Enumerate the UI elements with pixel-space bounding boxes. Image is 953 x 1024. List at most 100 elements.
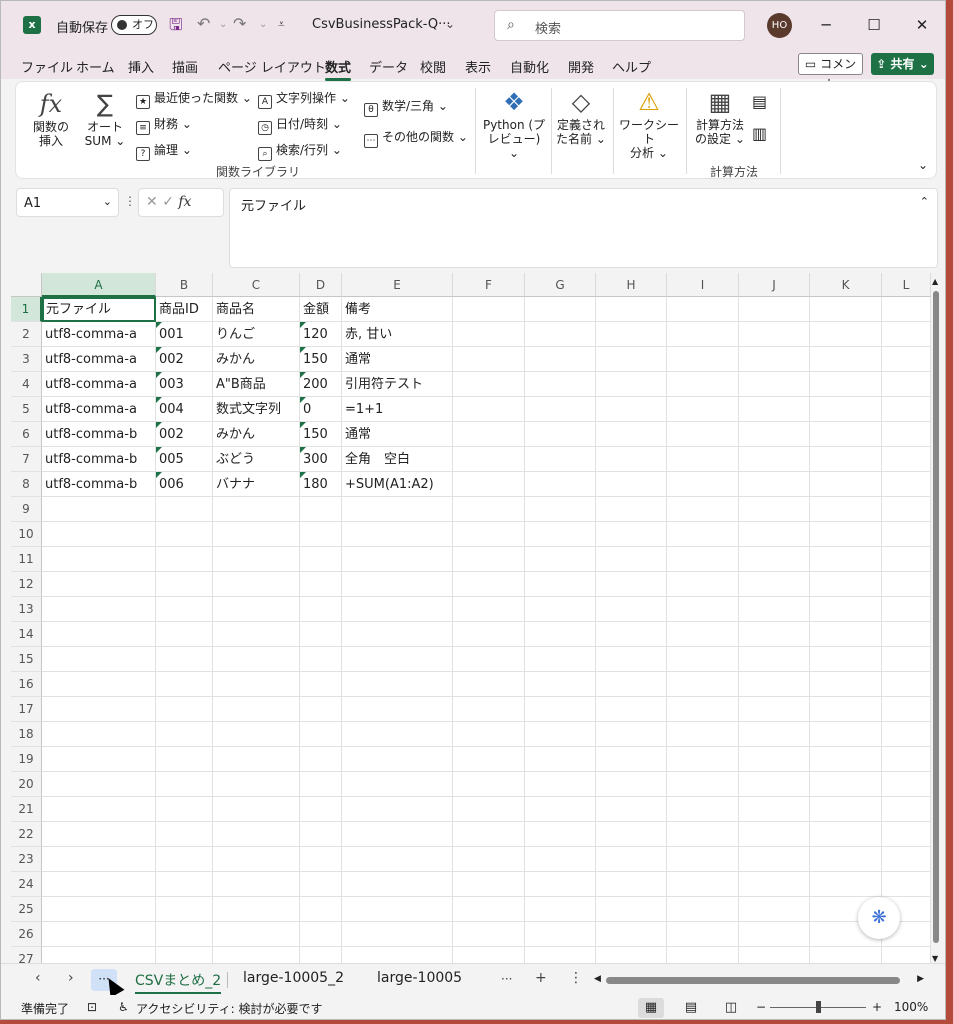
grid-cell[interactable] — [596, 347, 667, 372]
grid-cell[interactable] — [156, 872, 213, 897]
redo-dropdown-icon[interactable]: ⌄ — [259, 19, 267, 30]
grid-cell[interactable] — [156, 897, 213, 922]
grid-cell[interactable] — [213, 947, 300, 963]
grid-cell[interactable] — [596, 897, 667, 922]
grid-cell[interactable] — [667, 647, 739, 672]
row-header[interactable]: 26 — [11, 922, 42, 947]
grid-cell[interactable] — [453, 747, 525, 772]
grid-cell[interactable] — [156, 697, 213, 722]
grid-cell[interactable] — [882, 772, 931, 797]
grid-cell[interactable] — [810, 622, 882, 647]
grid-cell[interactable] — [213, 547, 300, 572]
grid-cell[interactable] — [525, 372, 596, 397]
grid-cell[interactable] — [453, 622, 525, 647]
grid-cell[interactable] — [810, 797, 882, 822]
grid-cell[interactable] — [453, 722, 525, 747]
column-header-i[interactable]: I — [667, 273, 739, 297]
grid-cell[interactable] — [453, 647, 525, 672]
row-header[interactable]: 15 — [11, 647, 42, 672]
logical-button[interactable]: ? 論理 ⌄ — [136, 141, 192, 161]
grid-cell[interactable] — [739, 947, 810, 963]
row-header[interactable]: 17 — [11, 697, 42, 722]
row-header[interactable]: 4 — [11, 372, 42, 397]
grid-cell[interactable] — [739, 672, 810, 697]
name-box[interactable]: A1 ⌄ — [16, 188, 119, 217]
grid-cell[interactable] — [156, 922, 213, 947]
grid-cell[interactable] — [882, 947, 931, 963]
copilot-icon[interactable]: ❋ — [858, 897, 900, 939]
grid-cell[interactable] — [525, 822, 596, 847]
grid-cell[interactable] — [739, 772, 810, 797]
grid-cell[interactable] — [739, 622, 810, 647]
grid-cell[interactable] — [667, 697, 739, 722]
grid-cell[interactable] — [667, 297, 739, 322]
grid-cell[interactable] — [596, 797, 667, 822]
grid-cell[interactable] — [667, 422, 739, 447]
grid-cell[interactable] — [342, 872, 453, 897]
grid-cell[interactable]: 004 — [156, 397, 213, 422]
autosum-button[interactable]: ∑ オート SUM ⌄ — [82, 88, 128, 148]
grid-cell[interactable]: 赤, 甘い — [342, 322, 453, 347]
grid-cell[interactable] — [596, 872, 667, 897]
row-header[interactable]: 10 — [11, 522, 42, 547]
grid-cell[interactable] — [453, 347, 525, 372]
redo-icon[interactable]: ↷ — [233, 14, 246, 33]
grid-cell[interactable]: utf8-comma-b — [42, 422, 156, 447]
grid-cell[interactable] — [300, 872, 342, 897]
vertical-scrollbar[interactable]: ▲ ▼ — [931, 277, 941, 963]
grid-cell[interactable] — [596, 522, 667, 547]
grid-cell[interactable]: 全角 空白 — [342, 447, 453, 472]
grid-cell[interactable] — [156, 672, 213, 697]
vertical-scroll-thumb[interactable] — [933, 291, 939, 943]
next-sheet-icon[interactable]: › — [68, 970, 74, 986]
grid-cell[interactable]: utf8-comma-a — [42, 397, 156, 422]
grid-cell[interactable]: バナナ — [213, 472, 300, 497]
grid-cell[interactable] — [300, 672, 342, 697]
grid-cell[interactable] — [739, 897, 810, 922]
grid-cell[interactable] — [882, 847, 931, 872]
tab-home[interactable]: ホーム — [76, 57, 115, 76]
zoom-out-icon[interactable]: − — [756, 1000, 766, 1014]
grid-cell[interactable] — [810, 497, 882, 522]
grid-cell[interactable] — [213, 872, 300, 897]
zoom-in-icon[interactable]: + — [872, 1000, 882, 1014]
insert-function-icon[interactable]: fx — [178, 194, 191, 210]
grid-cell[interactable]: 通常 — [342, 422, 453, 447]
grid-cell[interactable] — [342, 497, 453, 522]
grid-cell[interactable] — [882, 697, 931, 722]
grid-cell[interactable] — [525, 697, 596, 722]
grid-cell[interactable]: 001 — [156, 322, 213, 347]
column-header-c[interactable]: C — [213, 273, 300, 297]
grid-cell[interactable] — [42, 922, 156, 947]
grid-cell[interactable] — [667, 522, 739, 547]
tab-page-layout[interactable]: ページ レイアウト — [218, 57, 326, 76]
grid-cell[interactable] — [213, 747, 300, 772]
grid-cell[interactable] — [300, 572, 342, 597]
grid-cell[interactable] — [156, 522, 213, 547]
grid-cell[interactable]: utf8-comma-b — [42, 447, 156, 472]
sheet-options-icon[interactable]: ⋮ — [569, 970, 583, 986]
grid-cell[interactable] — [596, 622, 667, 647]
close-icon[interactable]: ✕ — [907, 11, 937, 39]
undo-icon[interactable]: ↶ — [197, 14, 210, 33]
grid-cell[interactable] — [525, 422, 596, 447]
tab-developer[interactable]: 開発 — [568, 57, 594, 76]
grid-cell[interactable] — [300, 947, 342, 963]
grid-cell[interactable]: utf8-comma-a — [42, 372, 156, 397]
row-header[interactable]: 25 — [11, 897, 42, 922]
scroll-up-icon[interactable]: ▲ — [932, 277, 938, 286]
grid-cell[interactable] — [42, 772, 156, 797]
grid-cell[interactable] — [42, 597, 156, 622]
grid-cell[interactable] — [342, 647, 453, 672]
row-header[interactable]: 6 — [11, 422, 42, 447]
grid-cell[interactable] — [342, 547, 453, 572]
grid-cell[interactable] — [525, 772, 596, 797]
grid-cell[interactable] — [667, 622, 739, 647]
grid-cell[interactable]: 002 — [156, 347, 213, 372]
grid-cell[interactable] — [156, 547, 213, 572]
grid-cell[interactable] — [42, 872, 156, 897]
tab-draw[interactable]: 描画 — [172, 57, 198, 76]
column-header-g[interactable]: G — [525, 273, 596, 297]
grid-cell[interactable] — [739, 372, 810, 397]
grid-cell[interactable] — [667, 947, 739, 963]
